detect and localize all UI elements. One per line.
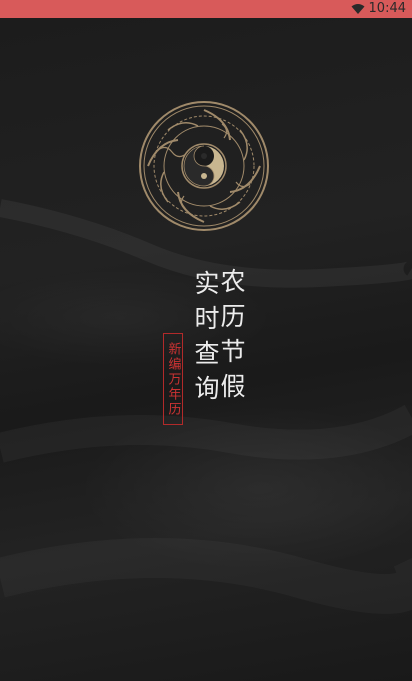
status-bar: 10:44 [0,0,412,18]
taiji-emblem-icon [139,101,269,231]
status-right: 10:44 [351,0,406,18]
wifi-icon [351,4,365,14]
splash-screen: 农历节假 实时查询 新编万年历 [0,18,412,681]
red-seal-stamp: 新编万年历 [163,333,183,425]
headline-column-2: 实时查询 [191,270,220,410]
status-time: 10:44 [368,1,406,16]
